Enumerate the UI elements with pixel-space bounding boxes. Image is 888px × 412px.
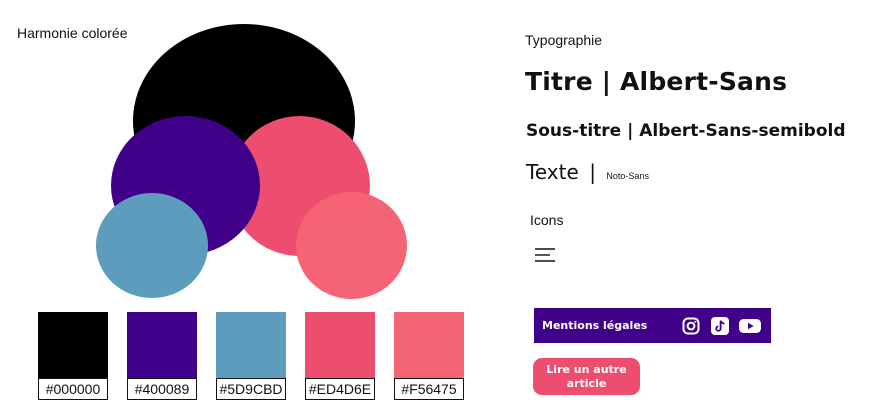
title-sample: Titre | Albert-Sans <box>525 67 788 96</box>
circle-blue <box>96 193 208 298</box>
swatch-label: #000000 <box>38 378 108 400</box>
swatch-color <box>216 312 286 380</box>
subtitle-sample: Sous-titre | Albert-Sans-semibold <box>526 121 846 141</box>
palette-title: Harmonie colorée <box>17 25 128 41</box>
swatch-color <box>127 312 197 380</box>
swatch-label: #5D9CBD <box>216 378 286 400</box>
youtube-icon[interactable] <box>739 317 761 335</box>
cta-label-line2: article <box>566 377 607 390</box>
hamburger-menu-icon[interactable] <box>534 247 556 263</box>
typography-heading: Typographie <box>525 32 603 48</box>
text-sample-row: Texte | Noto-Sans <box>526 160 649 184</box>
tiktok-icon[interactable] <box>711 317 729 335</box>
swatch-label: #ED4D6E <box>305 378 375 400</box>
swatch-label: #400089 <box>127 378 197 400</box>
swatch-color <box>305 312 375 380</box>
swatch-color <box>38 312 108 380</box>
circle-coral <box>296 192 407 299</box>
footer-bar: Mentions légales <box>534 308 771 343</box>
legal-mentions-link[interactable]: Mentions légales <box>542 319 647 332</box>
icons-heading: Icons <box>530 212 564 228</box>
instagram-icon[interactable] <box>682 317 700 335</box>
text-separator: | <box>589 160 596 184</box>
text-font-name: Noto-Sans <box>606 171 649 181</box>
swatch-color <box>394 312 464 380</box>
cta-label-line1: Lire un autre <box>546 363 627 376</box>
swatch-label: #F56475 <box>394 378 464 400</box>
text-sample: Texte <box>526 160 579 184</box>
read-another-article-button[interactable]: Lire un autre article <box>533 358 640 395</box>
